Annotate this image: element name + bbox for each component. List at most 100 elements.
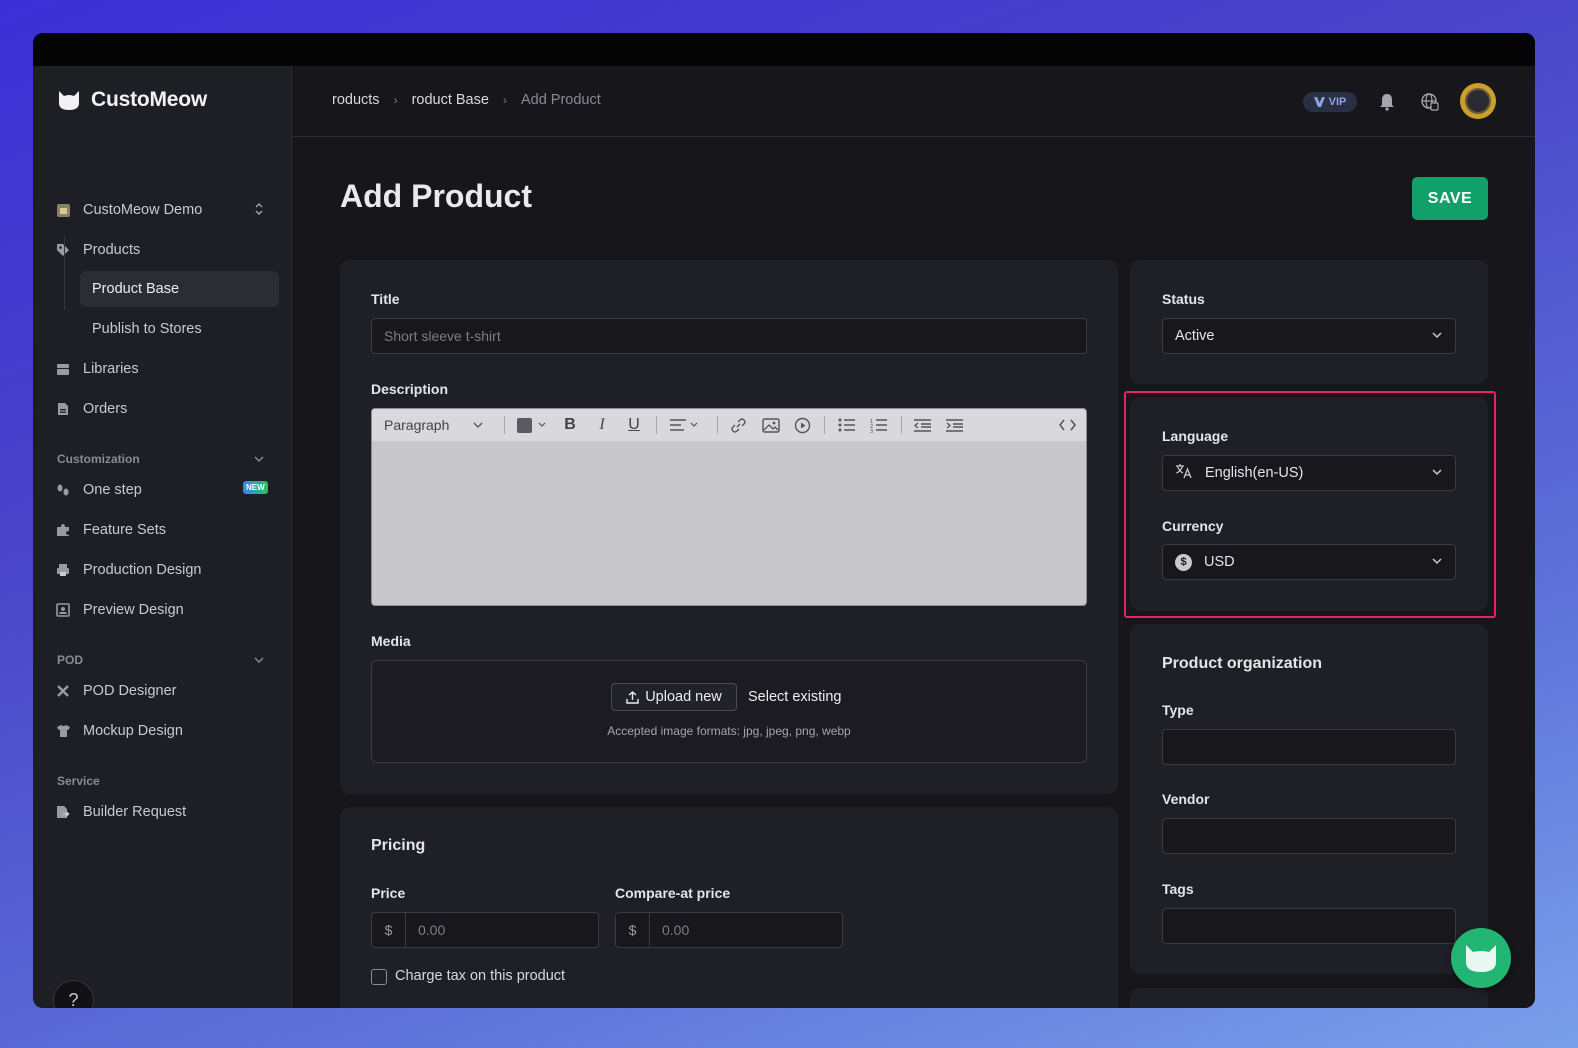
compare-placeholder: 0.00 <box>662 922 690 938</box>
numbered-list-icon[interactable]: 123 <box>870 416 887 434</box>
media-dropzone[interactable]: Upload new Select existing Accepted imag… <box>371 660 1087 763</box>
sidebar-item-orders[interactable]: Orders <box>55 399 127 419</box>
chat-support-button[interactable] <box>1451 928 1511 988</box>
sidebar-item-production-design[interactable]: Production Design <box>55 560 202 580</box>
pricing-heading: Pricing <box>371 837 426 854</box>
bullet-list-icon[interactable] <box>838 416 855 434</box>
vendor-input[interactable] <box>1162 818 1456 854</box>
block-format-value: Paragraph <box>384 417 450 433</box>
sidebar-item-feature-sets[interactable]: Feature Sets <box>55 520 166 540</box>
sidebar-item-preview-design[interactable]: Preview Design <box>55 600 184 620</box>
app-window: CustoMeow CustoMeow Demo Products Produc… <box>33 33 1535 1008</box>
vip-v-icon <box>1313 97 1325 107</box>
sidebar-item-label: Product Base <box>92 281 180 297</box>
section-label-pod: POD <box>57 653 84 667</box>
vendor-label: Vendor <box>1162 791 1210 807</box>
save-button[interactable]: SAVE <box>1412 177 1488 220</box>
title-placeholder: Short sleeve t-shirt <box>384 328 501 344</box>
underline-icon[interactable]: U <box>626 416 642 434</box>
upload-new-button[interactable]: Upload new <box>611 683 737 711</box>
price-placeholder: 0.00 <box>418 922 446 938</box>
vip-badge[interactable]: VIP <box>1303 92 1357 112</box>
bold-icon[interactable]: B <box>562 416 578 434</box>
text-color-button[interactable] <box>517 416 546 434</box>
italic-icon[interactable]: I <box>594 416 610 434</box>
chevron-updown-icon[interactable] <box>254 202 264 221</box>
type-input[interactable] <box>1162 729 1456 765</box>
image-icon[interactable] <box>762 416 780 434</box>
outdent-icon[interactable] <box>914 416 931 434</box>
sidebar-item-one-step[interactable]: One step NEW <box>55 480 275 500</box>
logo[interactable]: CustoMeow <box>57 88 207 112</box>
price-input[interactable]: $ 0.00 <box>371 912 599 948</box>
breadcrumb-product-base[interactable]: roduct Base <box>412 92 489 108</box>
printer-icon <box>55 562 71 578</box>
sidebar-item-product-base[interactable]: Product Base <box>80 271 279 307</box>
workspace-icon <box>55 202 71 218</box>
currency-prefix: $ <box>616 913 650 947</box>
status-select[interactable]: Active <box>1162 318 1456 354</box>
chevron-right-icon: › <box>502 93 507 107</box>
status-value: Active <box>1175 328 1215 344</box>
globe-translate-icon[interactable] <box>1420 92 1440 112</box>
code-view-icon[interactable] <box>1059 416 1076 434</box>
compare-at-price-label: Compare-at price <box>615 885 731 901</box>
subnav-line <box>64 236 65 310</box>
sidebar-item-pod-designer[interactable]: POD Designer <box>55 681 176 701</box>
sidebar-item-label: One step <box>83 482 142 498</box>
preview-icon <box>55 602 71 618</box>
align-icon[interactable] <box>670 416 698 434</box>
select-existing-button[interactable]: Select existing <box>748 689 842 705</box>
tag-icon <box>55 242 71 258</box>
vip-label: VIP <box>1328 96 1347 108</box>
indent-icon[interactable] <box>946 416 963 434</box>
section-label-service: Service <box>57 774 100 788</box>
sidebar-item-label: Products <box>83 242 141 258</box>
sidebar-item-libraries[interactable]: Libraries <box>55 359 139 379</box>
sidebar-item-products[interactable]: Products <box>55 240 140 260</box>
accepted-formats-text: Accepted image formats: jpg, jpeg, png, … <box>607 724 851 738</box>
chevron-down-icon[interactable] <box>253 653 265 671</box>
editor-content-area[interactable] <box>372 441 1086 605</box>
svg-text:3: 3 <box>870 429 873 433</box>
chevron-down-icon[interactable] <box>253 452 265 470</box>
new-badge: NEW <box>243 481 268 494</box>
tags-label: Tags <box>1162 881 1194 897</box>
breadcrumb: roducts › roduct Base › Add Product <box>332 92 601 108</box>
sidebar-item-label: Libraries <box>83 361 139 377</box>
sidebar-item-mockup-design[interactable]: Mockup Design <box>55 721 183 741</box>
media-label: Media <box>371 633 411 649</box>
avatar[interactable] <box>1460 83 1496 119</box>
link-icon[interactable] <box>730 416 747 434</box>
chevron-right-icon: › <box>393 93 398 107</box>
video-icon[interactable] <box>794 416 811 434</box>
breadcrumb-products[interactable]: roducts <box>332 92 380 108</box>
help-label: ? <box>68 990 79 1008</box>
compare-at-price-input[interactable]: $ 0.00 <box>615 912 843 948</box>
sidebar-item-builder-request[interactable]: Builder Request <box>55 802 186 822</box>
workspace-switcher[interactable]: CustoMeow Demo <box>55 200 202 220</box>
help-button[interactable]: ? <box>53 980 94 1008</box>
sidebar: CustoMeow CustoMeow Demo Products Produc… <box>33 66 292 1008</box>
block-format-select[interactable]: Paragraph <box>384 416 483 434</box>
sidebar-item-label: Feature Sets <box>83 522 167 538</box>
request-doc-icon <box>55 804 71 820</box>
sidebar-item-publish-to-stores[interactable]: Publish to Stores <box>80 311 279 347</box>
stack-icon <box>55 361 71 377</box>
description-editor[interactable]: Paragraph B I U 123 <box>371 408 1087 606</box>
charge-tax-label[interactable]: Charge tax on this product <box>395 968 565 984</box>
title-bar <box>33 33 1535 66</box>
sidebar-item-label: Preview Design <box>83 602 184 618</box>
toolbar-divider <box>504 416 505 434</box>
section-label-customization: Customization <box>57 452 140 466</box>
upload-label: Upload new <box>645 689 722 705</box>
sidebar-item-label: Production Design <box>83 562 202 578</box>
charge-tax-checkbox[interactable] <box>371 969 387 985</box>
title-input[interactable]: Short sleeve t-shirt <box>371 318 1087 354</box>
tags-input[interactable] <box>1162 908 1456 944</box>
type-label: Type <box>1162 702 1194 718</box>
sidebar-item-label: Mockup Design <box>83 723 183 739</box>
cat-logo-icon <box>59 91 79 110</box>
bell-icon[interactable] <box>1377 92 1397 112</box>
title-label: Title <box>371 291 400 307</box>
